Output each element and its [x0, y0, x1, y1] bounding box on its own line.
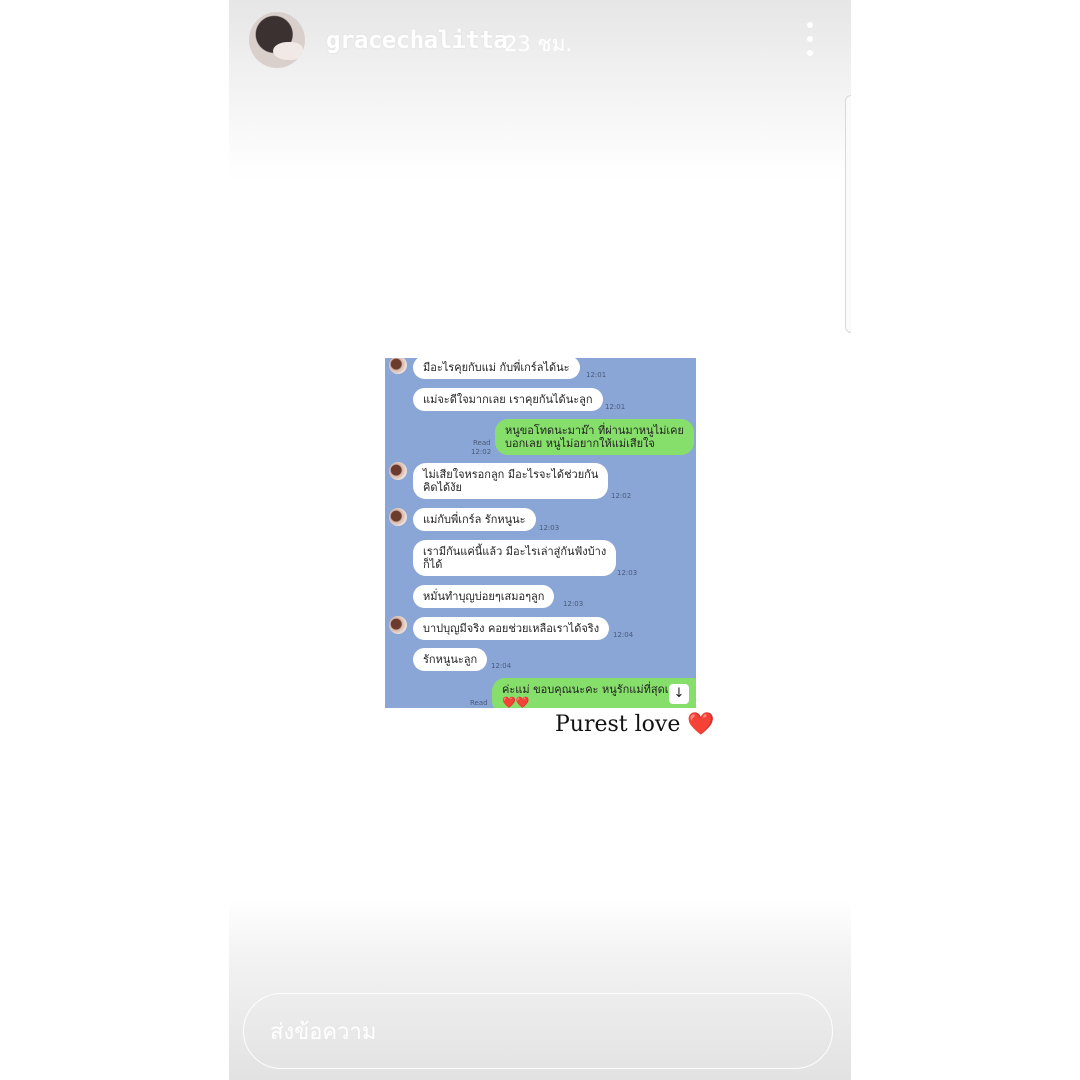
sender-avatar: [389, 358, 407, 374]
message-time: 12:02: [471, 448, 492, 456]
post-time: 23 ชม.: [504, 32, 573, 56]
message-time: 12:04: [613, 631, 634, 639]
chat-bubble-own: ค่ะแม่ ขอบคุณนะคะ หนูรักแม่ที่สุดเล ❤️❤️: [492, 678, 696, 708]
chat-bubble: หมั่นทำบุญบ่อยๆเสมอๆลูก: [413, 585, 555, 608]
story-caption: Purest love ❤️: [555, 712, 715, 737]
message-input[interactable]: [268, 1016, 772, 1048]
message-time: 12:04: [491, 662, 512, 670]
chat-bubble: บาปบุญมีจริง คอยช่วยเหลือเราได้จริง: [413, 617, 610, 640]
message-time: 12:03: [539, 524, 560, 532]
story-viewer[interactable]: gracechalitta 23 ชม. มีอะไรคุยกับแม่ กับ…: [229, 0, 851, 1080]
side-handle: [845, 95, 851, 333]
message-time: 12:03: [617, 569, 638, 577]
chat-bubble-own: หนูขอโทดนะมาม๊า ที่ผ่านมาหนูไม่เคย บอกเล…: [495, 419, 694, 455]
chat-bubble: ไม่เสียใจหรอกลูก มีอะไรจะได้ช่วยกัน คิดไ…: [413, 463, 609, 499]
sender-avatar: [389, 508, 407, 526]
chat-bubble: รักหนูนะลูก: [413, 648, 488, 671]
message-time: 12:02: [611, 492, 632, 500]
sender-avatar: [389, 616, 407, 634]
bubble-line: เรามีกันแค่นี้แล้ว มีอะไรเล่าสู่กันฟังบ้…: [423, 545, 607, 558]
bubble-line: คิดได้งัย: [423, 481, 462, 494]
chat-screenshot: มีอะไรคุยกับแม่ กับพี่เกร์ลได้นะ 12:01 แ…: [385, 358, 696, 708]
chat-bubble: มีอะไรคุยกับแม่ กับพี่เกร์ลได้นะ: [413, 358, 580, 379]
message-time: 12:01: [605, 403, 626, 411]
sender-avatar: [389, 462, 407, 480]
bubble-hearts: ❤️❤️: [502, 696, 530, 708]
bubble-line: ค่ะแม่ ขอบคุณนะคะ หนูรักแม่ที่สุดเล: [502, 683, 676, 696]
chat-bubble: แม่จะดีใจมากเลย เราคุยกันได้นะลูก: [413, 388, 603, 411]
bubble-line: ก็ได้: [423, 558, 443, 571]
bubble-line: บอกเลย หนูไม่อยากให้แม่เสียใจ: [505, 437, 655, 450]
message-time: 12:01: [586, 371, 607, 379]
caption-text: Purest love: [555, 712, 681, 737]
chat-bubble: แม่กับพี่เกร์ล รักหนูนะ: [413, 508, 536, 531]
profile-avatar[interactable]: [249, 12, 305, 68]
bubble-line: ไม่เสียใจหรอกลูก มีอะไรจะได้ช่วยกัน: [423, 468, 599, 481]
more-options-icon[interactable]: [802, 22, 818, 56]
message-time: 12:03: [563, 600, 584, 608]
chat-bubble: เรามีกันแค่นี้แล้ว มีอะไรเล่าสู่กันฟังบ้…: [413, 540, 617, 576]
arrow-down-icon[interactable]: ↓: [669, 684, 689, 704]
heart-emoji: ❤️: [687, 712, 715, 737]
read-receipt: Read: [470, 699, 488, 707]
bubble-line: หนูขอโทดนะมาม๊า ที่ผ่านมาหนูไม่เคย: [505, 424, 684, 437]
username[interactable]: gracechalitta: [326, 26, 508, 54]
reply-field[interactable]: [243, 993, 833, 1069]
read-receipt: Read: [473, 439, 491, 447]
